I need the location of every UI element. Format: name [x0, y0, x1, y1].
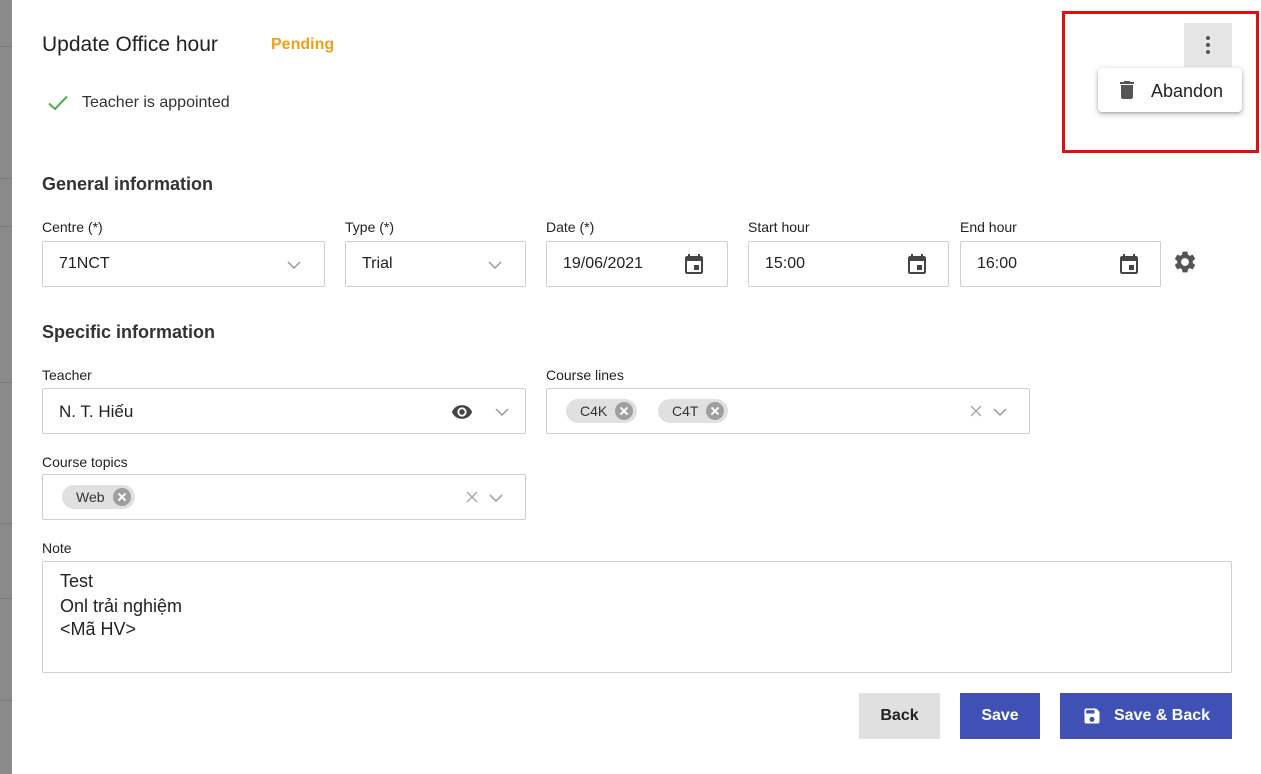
modal-backdrop	[0, 0, 12, 774]
start-hour-input[interactable]: 15:00	[748, 241, 949, 287]
type-value: Trial	[362, 255, 393, 272]
chevron-down-icon	[287, 261, 301, 270]
backdrop-divider	[0, 382, 12, 383]
end-hour-value: 16:00	[977, 255, 1018, 272]
type-label: Type (*)	[345, 219, 395, 235]
centre-label: Centre (*)	[42, 219, 103, 235]
end-hour-input[interactable]: 16:00	[960, 241, 1161, 287]
backdrop-divider	[0, 46, 12, 47]
date-label: Date (*)	[546, 219, 595, 235]
floppy-disk-icon	[1084, 708, 1100, 724]
teacher-appointed-indicator: Teacher is appointed	[46, 92, 230, 114]
course-lines-label: Course lines	[546, 367, 624, 383]
chip-label: C4K	[580, 403, 608, 419]
status-badge: Pending	[271, 36, 335, 53]
backdrop-divider	[0, 226, 12, 227]
note-line: Onl trải nghiệm	[60, 596, 183, 616]
highlight-box	[1062, 11, 1259, 153]
gear-icon[interactable]	[1172, 249, 1198, 275]
chevron-down-icon	[488, 261, 502, 270]
save-and-back-button[interactable]: Save & Back	[1060, 693, 1232, 739]
course-lines-select[interactable]: C4K C4T	[546, 388, 1030, 434]
date-value: 19/06/2021	[563, 255, 644, 272]
note-line: <Mã HV>	[60, 619, 137, 639]
calendar-icon[interactable]	[1117, 252, 1141, 276]
calendar-icon[interactable]	[682, 252, 706, 276]
save-button[interactable]: Save	[960, 693, 1040, 739]
chevron-down-icon	[489, 494, 503, 503]
date-input[interactable]: 19/06/2021	[546, 241, 728, 287]
appointed-label: Teacher is appointed	[82, 94, 230, 111]
chip-web: Web	[62, 485, 135, 509]
backdrop-divider	[0, 178, 12, 179]
note-textarea[interactable]: Test Onl trải nghiệm <Mã HV>	[42, 561, 1232, 673]
note-line: Test	[60, 571, 94, 591]
chip-label: C4T	[672, 403, 699, 419]
teacher-label: Teacher	[42, 367, 92, 383]
checkmark-icon	[48, 95, 68, 111]
eye-icon[interactable]	[449, 401, 475, 423]
chip-c4t: C4T	[658, 399, 729, 423]
chip-remove-icon[interactable]	[112, 488, 131, 506]
backdrop-divider	[0, 523, 12, 524]
centre-value: 71NCT	[59, 255, 110, 272]
chevron-down-icon	[495, 408, 509, 417]
chevron-down-icon	[993, 408, 1007, 417]
dialog-title: Update Office hour	[42, 33, 218, 56]
centre-select[interactable]: 71NCT	[42, 241, 325, 287]
note-label: Note	[42, 540, 72, 556]
chip-c4k: C4K	[566, 399, 638, 423]
chip-remove-icon[interactable]	[615, 402, 634, 420]
general-info-heading: General information	[42, 174, 214, 194]
course-topics-label: Course topics	[42, 454, 128, 470]
start-hour-label: Start hour	[748, 219, 810, 235]
chip-label: Web	[76, 489, 105, 505]
type-select[interactable]: Trial	[345, 241, 526, 287]
back-button[interactable]: Back	[859, 693, 940, 739]
clear-icon[interactable]	[465, 490, 479, 504]
course-topics-select[interactable]: Web	[42, 474, 526, 520]
backdrop-divider	[0, 700, 12, 701]
calendar-icon[interactable]	[905, 252, 929, 276]
backdrop-divider	[0, 598, 12, 599]
clear-icon[interactable]	[969, 404, 983, 418]
teacher-select[interactable]: N. T. Hiếu	[42, 388, 526, 434]
specific-info-heading: Specific information	[42, 322, 216, 342]
start-hour-value: 15:00	[765, 255, 806, 272]
end-hour-label: End hour	[960, 219, 1017, 235]
chip-remove-icon[interactable]	[706, 402, 725, 420]
save-and-back-label: Save & Back	[1113, 707, 1211, 724]
teacher-value: N. T. Hiếu	[59, 402, 134, 421]
